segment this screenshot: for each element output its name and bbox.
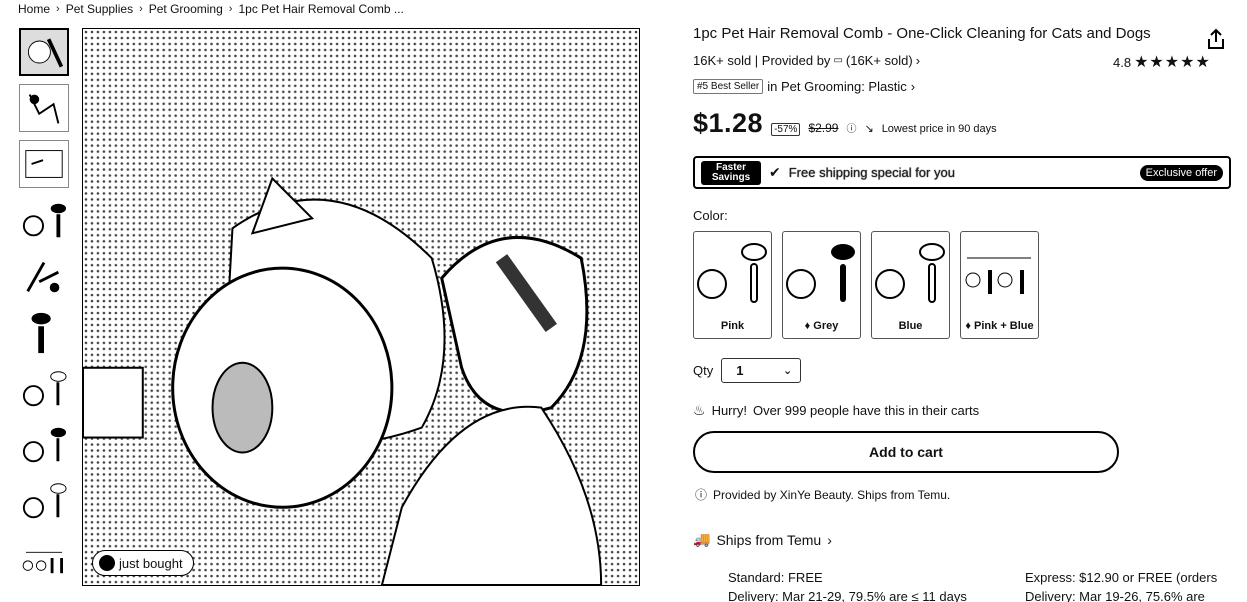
sold-text: 16K+ sold | Provided by [693,53,831,68]
ships-from-header[interactable]: 🚚 Ships from Temu › [693,531,832,548]
free-shipping-banner[interactable]: Faster Savings ✔ Free shipping special f… [693,156,1231,189]
thumbnail-6[interactable] [19,308,69,356]
thumbnail-3[interactable] [19,140,69,188]
rating-value: 4.8 [1113,54,1132,70]
price-row: $1.28 -57% $2.99 ⓘ ↘ Lowest price in 90 … [693,108,997,139]
thumbnail-4[interactable] [19,196,69,244]
info-icon[interactable]: ⓘ [846,120,856,135]
chevron-down-icon: ⌄ [783,365,793,377]
chevron-right-icon: › [915,53,921,68]
thumbnail-7[interactable] [19,364,69,412]
share-icon[interactable] [1205,28,1227,50]
thumbnail-strip [17,28,71,598]
color-option-blue[interactable]: Blue [871,231,950,339]
express-delivery: Delivery: Mar 19-26, 75.6% are [1025,589,1205,602]
color-option-label: Blue [898,320,923,332]
info-icon: ⓘ [695,488,708,502]
star-rating-icon: ★★★★★ [1134,54,1211,71]
truck-icon: 🚚 [693,531,711,547]
qty-label: Qty [693,363,714,378]
express-shipping-cost: Express: $12.90 or FREE (orders [1025,570,1218,585]
color-option-label: ♦ Pink + Blue [965,320,1034,332]
product-info-panel: 1pc Pet Hair Removal Comb - One-Click Cl… [693,0,1233,602]
rating[interactable]: 4.8 ★★★★★ [1113,52,1211,72]
quantity-select[interactable]: 1 ⌄ [721,358,802,383]
breadcrumb-separator: › [139,3,143,15]
quantity-row: Qty 1 ⌄ [693,358,802,383]
color-option-pink-blue[interactable]: ♦ Pink + Blue [960,231,1039,339]
just-bought-badge: just bought [92,550,194,576]
discount-badge: -57% [771,123,801,136]
current-price: $1.28 [693,108,764,138]
color-option-label: Pink [720,320,745,332]
thumbnail-1[interactable] [19,28,69,76]
qty-value: 1 [736,363,744,378]
product-title: 1pc Pet Hair Removal Comb - One-Click Cl… [693,25,1151,42]
store-sold: (16K+ sold) [845,53,913,68]
provided-note: ⓘ Provided by XinYe Beauty. Ships from T… [695,486,950,503]
breadcrumb-current: 1pc Pet Hair Removal Comb ... [238,2,404,16]
thumbnail-2[interactable] [19,84,69,132]
standard-delivery: Delivery: Mar 21-29, 79.5% are ≤ 11 days [728,589,967,602]
ships-from-text: Ships from Temu [716,531,822,548]
check-icon: ✔ [769,164,781,180]
bestseller-line[interactable]: #5 Best Seller in Pet Grooming: Plastic … [693,79,915,94]
breadcrumb-separator: › [56,3,60,15]
lowest-price-note: Lowest price in 90 days [881,123,997,135]
express-shipping: Express: $12.90 or FREE (orders Delivery… [1025,568,1217,602]
just-bought-text: just bought [119,555,183,571]
chevron-right-icon: › [910,79,916,94]
color-option-grey[interactable]: ♦ Grey [782,231,861,339]
standard-shipping-cost: Standard: FREE [728,570,823,585]
breadcrumb-pet-supplies[interactable]: Pet Supplies [66,2,133,16]
color-option-label: ♦ Grey [804,320,839,332]
bestseller-badge: #5 Best Seller [693,79,764,94]
hurry-label: Hurry! [711,403,747,418]
color-label: Color: [693,208,728,223]
color-option-pink[interactable]: Pink [693,231,772,339]
trend-down-icon: ↘ [864,123,874,135]
thumbnail-9[interactable] [19,476,69,524]
main-product-image[interactable] [82,28,640,586]
breadcrumb-separator: › [228,3,233,15]
standard-shipping: Standard: FREE Delivery: Mar 21-29, 79.5… [728,568,967,602]
bestseller-category: in Pet Grooming: Plastic [767,79,907,94]
breadcrumb-pet-grooming[interactable]: Pet Grooming [149,2,223,16]
faster-savings-badge: Faster Savings [701,160,761,185]
thumbnail-10[interactable] [19,538,69,578]
thumbnail-8[interactable] [19,420,69,468]
sold-line[interactable]: 16K+ sold | Provided by ▭ (16K+ sold) › [693,53,920,68]
hurry-text: Over 999 people have this in their carts [752,403,980,418]
provided-text: Provided by XinYe Beauty. Ships from Tem… [713,487,951,502]
chevron-right-icon: › [827,531,832,548]
color-option-label-text: Pink + Blue [974,320,1034,332]
color-option-label-text: Grey [813,320,839,332]
flame-icon: ♨ [693,402,706,418]
store-icon: ▭ [833,55,843,66]
avatar [99,555,115,571]
exclusive-offer-badge: Exclusive offer [1139,164,1223,181]
breadcrumb-home[interactable]: Home [18,2,50,16]
add-to-cart-button[interactable]: Add to cart [693,431,1119,473]
free-shipping-text: Free shipping special for you [788,165,955,180]
thumbnail-5[interactable] [19,252,69,300]
color-swatches: Pink ♦ Grey Blue ♦ Pink + Blue [693,231,1039,339]
original-price: $2.99 [808,121,839,135]
breadcrumb: Home › Pet Supplies › Pet Grooming › 1pc… [18,1,404,17]
hurry-notice: ♨ Hurry! Over 999 people have this in th… [693,402,979,419]
